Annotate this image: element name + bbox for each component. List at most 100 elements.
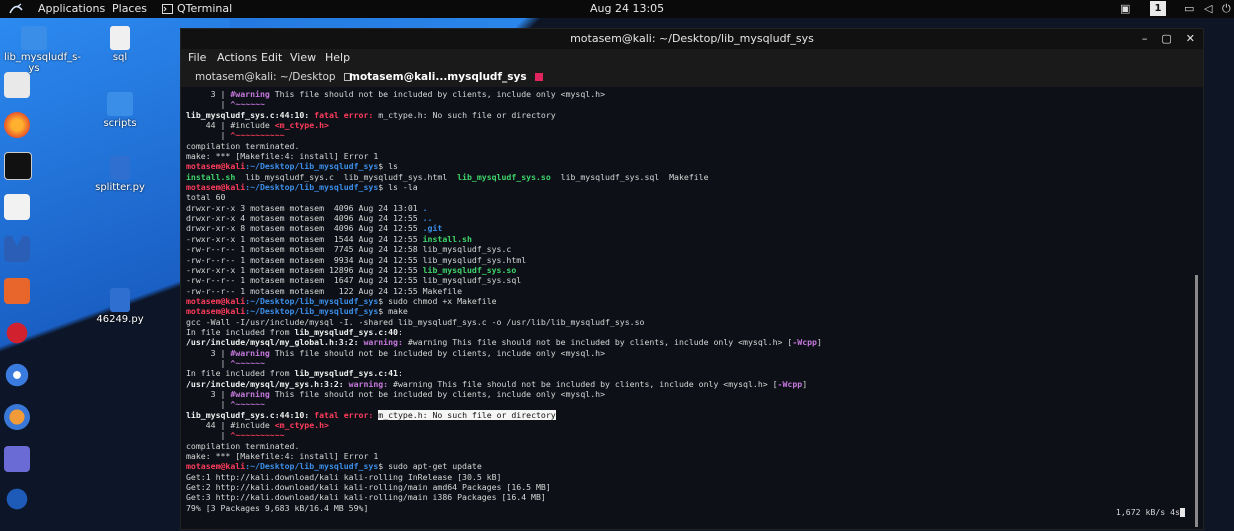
desktop-item-sql[interactable]: sql: [90, 26, 150, 63]
desktop-item-label: sql: [112, 52, 128, 63]
terminal-line: make: *** [Makefile:4: install] Error 1: [186, 451, 1191, 461]
minimize-icon[interactable]: –: [1142, 29, 1148, 49]
screenshot-icon[interactable]: [4, 446, 30, 472]
terminal-line: total 60: [186, 192, 1191, 202]
text-cursor: [1180, 508, 1185, 517]
terminal-text: warning:: [348, 378, 394, 389]
file-manager-icon[interactable]: [4, 72, 30, 98]
applications-menu[interactable]: Applications: [38, 2, 105, 15]
terminal-output[interactable]: 3 | #warning This file should not be inc…: [181, 89, 1191, 529]
terminal-text: lib_mysqludf_sys.c lib_mysqludf_sys.html: [235, 171, 458, 182]
terminal-text: drwxr-xr-x 8 motasem motasem 4096 Aug 24…: [186, 223, 423, 234]
desktop-item-46249[interactable]: 46249.py: [90, 288, 150, 325]
scrollbar[interactable]: [1193, 89, 1201, 529]
close-tab-icon[interactable]: [534, 73, 543, 81]
terminal-line: motasem@kali:~/Desktop/lib_mysqludf_sys$…: [186, 182, 1191, 192]
kali-menu-icon[interactable]: [8, 1, 24, 17]
scrollbar-thumb[interactable]: [1195, 275, 1198, 527]
tab-mysqludf[interactable]: motasem@kali...mysqludf_sys: [343, 67, 549, 87]
terminal-text: :~/Desktop/lib_mysqludf_sys: [245, 182, 379, 193]
burpsuite-icon[interactable]: [4, 278, 30, 304]
terminal-text: In file included from: [186, 326, 295, 337]
terminal-text: -Wcpp: [792, 337, 817, 348]
folder-icon: [21, 26, 47, 50]
terminal-text: motasem@kali: [186, 161, 246, 172]
terminal-text: |: [186, 430, 231, 441]
metasploit-icon[interactable]: [4, 236, 30, 262]
cherrytree-icon[interactable]: [4, 320, 30, 346]
active-app-indicator[interactable]: QTerminal: [162, 2, 232, 15]
terminal-line: 3 | #warning This file should not be inc…: [186, 389, 1191, 399]
terminal-text: 3 |: [186, 347, 231, 358]
terminal-text: fatal error:: [314, 109, 379, 120]
terminal-text: lib_mysqludf_sys.sql Makefile: [550, 171, 709, 182]
terminal-line: Get:1 http://kali.download/kali kali-rol…: [186, 472, 1191, 482]
terminal-text: ^~~~~~~~~~~: [230, 130, 285, 141]
terminal-line: -rw-r--r-- 1 motasem motasem 7745 Aug 24…: [186, 244, 1191, 254]
window-switcher-icon[interactable]: ▣: [1120, 2, 1130, 15]
terminal-text: gcc -Wall -I/usr/include/mysql -I. -shar…: [186, 316, 645, 327]
terminal-line: motasem@kali:~/Desktop/lib_mysqludf_sys$…: [186, 161, 1191, 171]
terminal-text: $ sudo chmod +x Makefile: [378, 295, 497, 306]
terminal-window[interactable]: motasem@kali: ~/Desktop/lib_mysqludf_sys…: [181, 29, 1203, 529]
terminal-text: ^~~~~~~: [230, 357, 265, 368]
terminal-text: <m_ctype.h>: [274, 420, 329, 430]
terminal-text: $ sudo apt-get update: [378, 461, 482, 472]
terminal-text: -rw-r--r-- 1 motasem motasem 122 Aug 24 …: [186, 285, 463, 296]
window-titlebar[interactable]: motasem@kali: ~/Desktop/lib_mysqludf_sys…: [181, 29, 1203, 49]
terminal-line: | ^~~~~~~: [186, 358, 1191, 368]
desktop-item-splitter[interactable]: splitter.py: [90, 156, 150, 193]
desktop-item-label: 46249.py: [96, 314, 144, 325]
terminal-text: install.sh: [422, 233, 472, 244]
terminal-line: motasem@kali:~/Desktop/lib_mysqludf_sys$…: [186, 306, 1191, 316]
terminal-text: make: *** [Makefile:4: install] Error 1: [186, 451, 379, 462]
terminal-text: :~/Desktop/lib_mysqludf_sys: [245, 461, 379, 472]
power-icon[interactable]: ⏻: [1222, 2, 1231, 16]
desktop-item-lib-mysqludf[interactable]: lib_mysqludf_s-ys: [4, 26, 81, 74]
close-icon[interactable]: ✕: [1186, 29, 1195, 49]
workspace-indicator[interactable]: 1: [1150, 1, 1166, 16]
terminal-line: -rwxr-xr-x 1 motasem motasem 12896 Aug 2…: [186, 265, 1191, 275]
python-icon: [110, 288, 130, 312]
terminal-text: -rwxr-xr-x 1 motasem motasem 12896 Aug 2…: [186, 264, 423, 275]
chromium-icon[interactable]: [4, 362, 30, 388]
display-icon[interactable]: ▭: [1184, 2, 1194, 15]
terminal-text: lib_mysqludf_sys.so: [422, 264, 517, 275]
terminal-line: /usr/include/mysql/my_sys.h:3:2: warning…: [186, 379, 1191, 389]
terminal-dock-icon[interactable]: [4, 152, 32, 180]
terminal-text: lib_mysqludf_sys.c:44:10:: [186, 109, 315, 120]
window-title: motasem@kali: ~/Desktop/lib_mysqludf_sys: [570, 32, 814, 45]
terminal-text: lib_mysqludf_sys.c:44:10:: [186, 409, 315, 420]
clock[interactable]: Aug 24 13:05: [590, 2, 664, 15]
terminal-text: #warning: [230, 388, 270, 399]
wireshark-icon[interactable]: [4, 486, 30, 512]
terminal-line: compilation terminated.: [186, 441, 1191, 451]
menu-help[interactable]: Help: [325, 51, 350, 64]
terminal-text: /usr/include/mysql/my_sys.h:3:2:: [186, 378, 349, 389]
menu-edit[interactable]: Edit: [261, 51, 282, 64]
terminal-text: Get:1 http://kali.download/kali kali-rol…: [186, 471, 502, 482]
firefox-icon[interactable]: [4, 112, 30, 138]
places-menu[interactable]: Places: [112, 2, 147, 15]
terminal-text: 3 |: [186, 388, 231, 399]
text-editor-icon[interactable]: [4, 194, 30, 220]
menu-file[interactable]: File: [188, 51, 206, 64]
terminal-text: This file should not be included by clie…: [269, 388, 606, 399]
maximize-icon[interactable]: ▢: [1161, 29, 1171, 49]
volume-icon[interactable]: ◁: [1204, 2, 1212, 15]
terminal-text: /usr/include/mysql/my_global.h:3:2:: [186, 337, 364, 348]
terminal-line: -rwxr-xr-x 1 motasem motasem 1544 Aug 24…: [186, 234, 1191, 244]
terminal-text: :: [397, 326, 403, 337]
terminal-text: $ make: [378, 306, 408, 317]
browser-icon[interactable]: [4, 404, 30, 430]
speed-text: 1,672 kB/s 4s: [1115, 507, 1180, 517]
terminal-text: install.sh: [186, 171, 236, 182]
terminal-text: This file should not be included by clie…: [269, 347, 606, 358]
download-speed: 1,672 kB/s 4s: [1116, 507, 1185, 517]
desktop-item-scripts[interactable]: scripts: [90, 92, 150, 129]
tab-bar: motasem@kali: ~/Desktop motasem@kali...m…: [181, 67, 1203, 87]
terminal-text: make: *** [Makefile:4: install] Error 1: [186, 151, 379, 162]
tab-desktop[interactable]: motasem@kali: ~/Desktop: [189, 67, 358, 87]
menu-view[interactable]: View: [290, 51, 316, 64]
menu-actions[interactable]: Actions: [217, 51, 257, 64]
